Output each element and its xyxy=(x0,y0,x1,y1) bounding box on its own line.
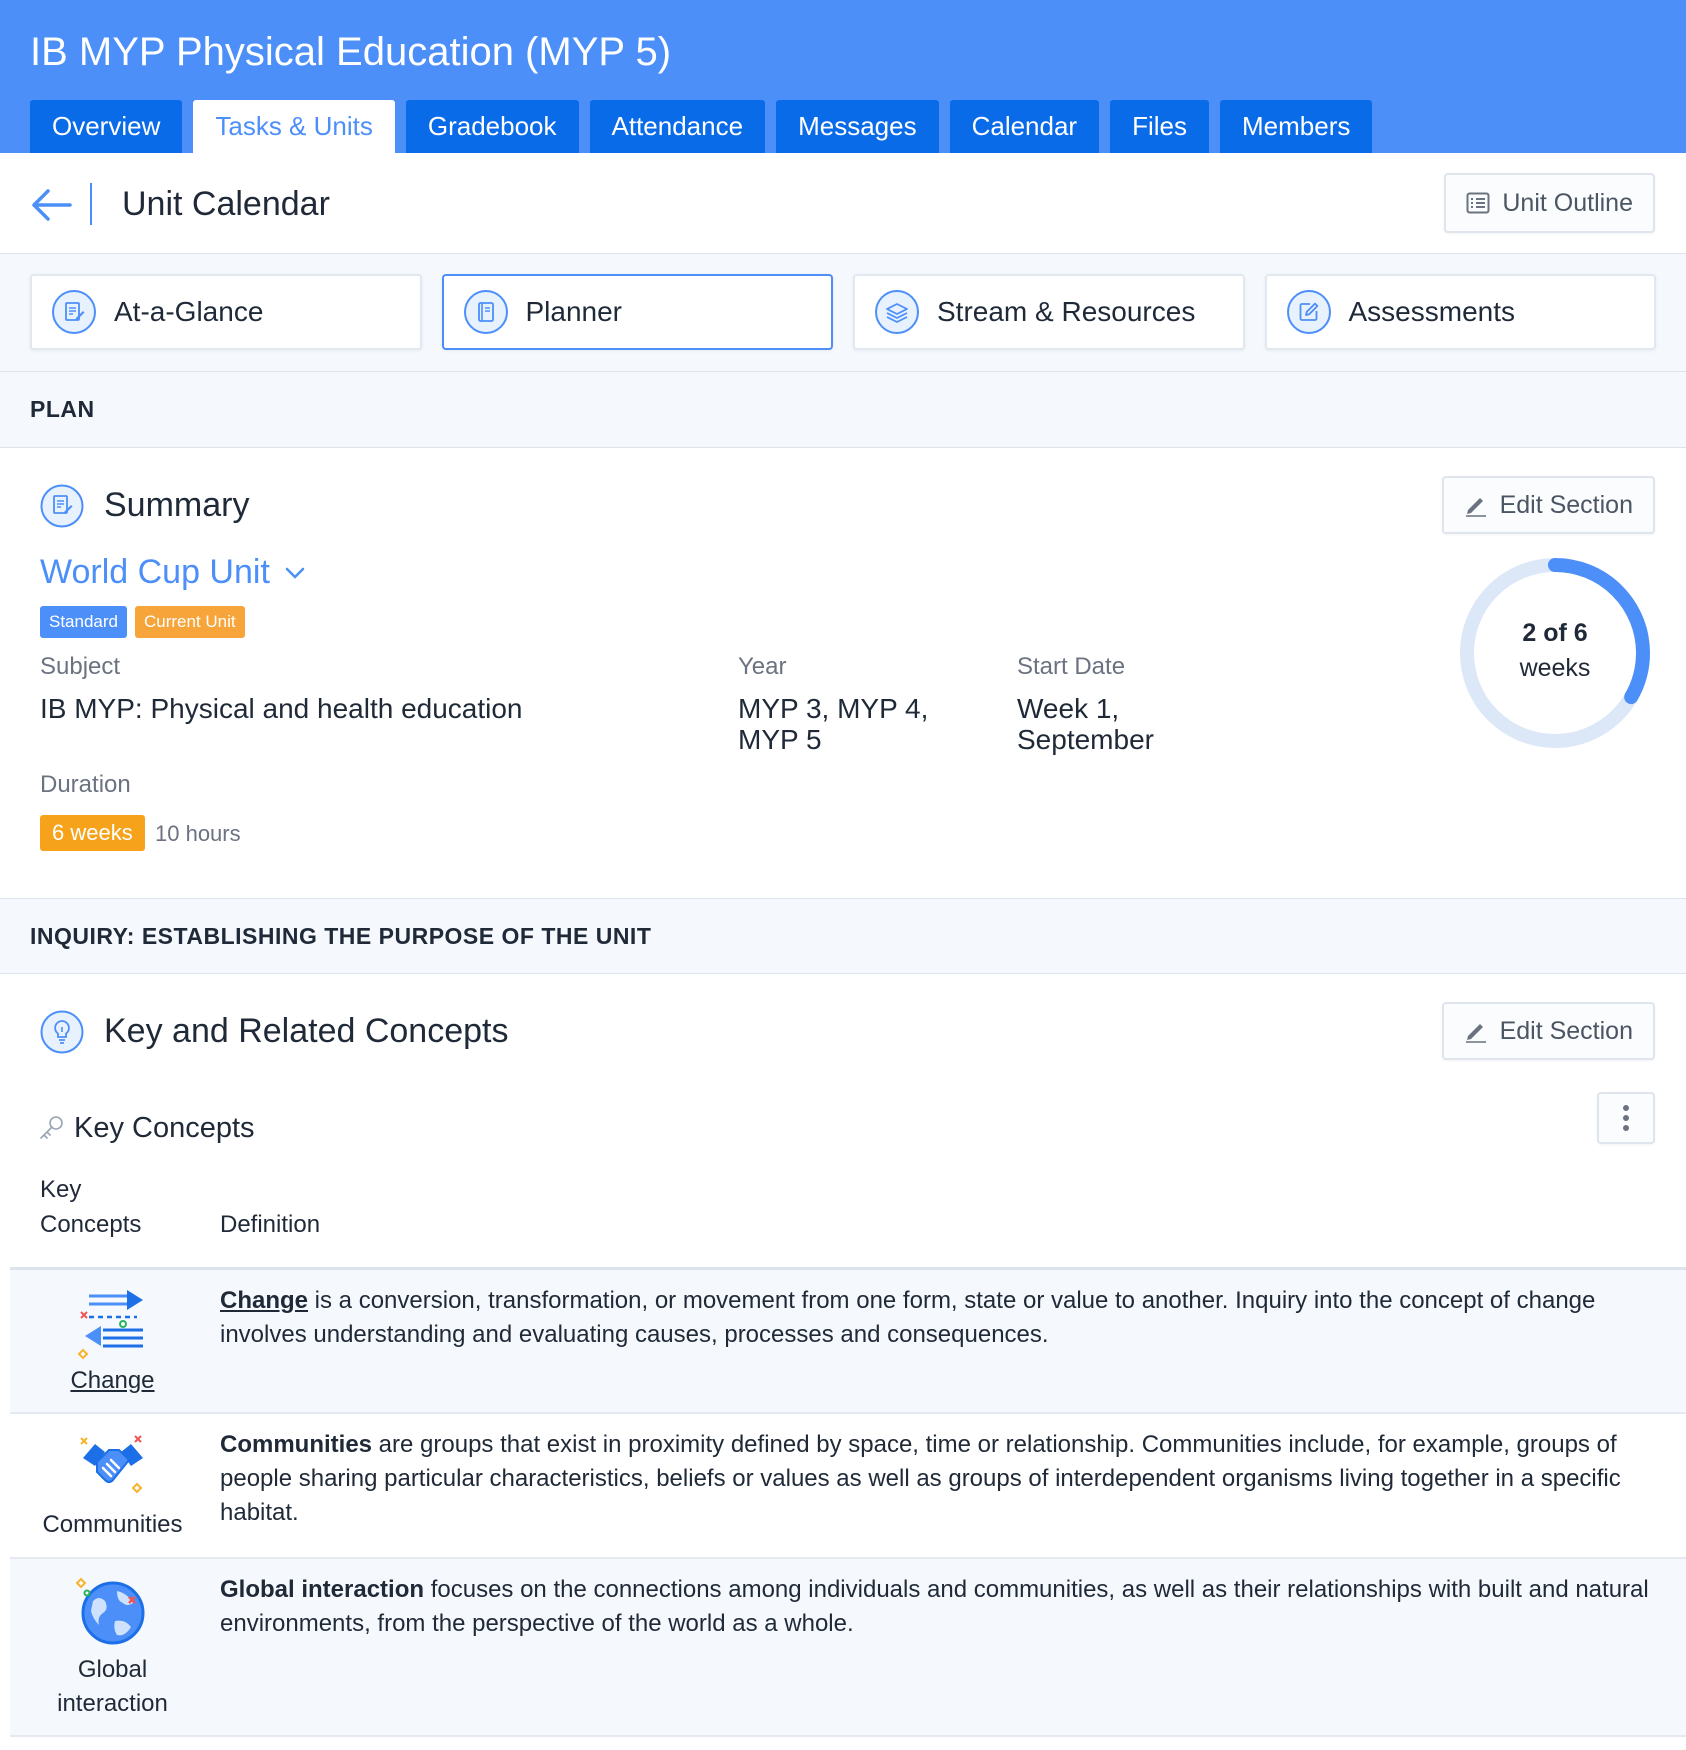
key-concepts-subtitle: Key Concepts xyxy=(74,1112,255,1144)
key-icon xyxy=(38,1114,66,1142)
column-definition: Definition xyxy=(220,1211,321,1238)
tab-calendar[interactable]: Calendar xyxy=(949,100,1100,153)
book-icon xyxy=(463,290,508,334)
concept-term: Communities xyxy=(220,1431,373,1458)
subtab-assessments[interactable]: Assessments xyxy=(1264,274,1656,350)
year-value-line: MYP 5 xyxy=(738,724,822,755)
table-row: Global interaction Global interaction fo… xyxy=(10,1557,1686,1737)
year-value: MYP 3, MYP 4, MYP 5 xyxy=(738,693,928,755)
standard-badge: Standard xyxy=(40,606,127,638)
key-concepts-table: Change Change is a conversion, transform… xyxy=(10,1267,1686,1737)
table-row: Change Change is a conversion, transform… xyxy=(10,1267,1686,1412)
concept-cell: Communities xyxy=(10,1428,215,1542)
page-toolbar: Unit Calendar Unit Outline xyxy=(0,153,1686,254)
unit-subtabs: At-a-Glance Planner Stream & Resources A… xyxy=(0,254,1686,372)
tab-members[interactable]: Members xyxy=(1220,100,1373,153)
subtab-label: Assessments xyxy=(1348,296,1516,327)
progress-count: 2 of 6 xyxy=(1522,619,1588,647)
start-date-line: September xyxy=(1017,724,1154,755)
tab-attendance[interactable]: Attendance xyxy=(589,100,766,153)
course-tabs: Overview Tasks & Units Gradebook Attenda… xyxy=(30,100,1373,153)
concepts-title: Key and Related Concepts xyxy=(104,1012,509,1050)
course-header: IB MYP Physical Education (MYP 5) Overvi… xyxy=(0,0,1686,153)
course-title: IB MYP Physical Education (MYP 5) xyxy=(30,30,672,74)
edit-square-icon xyxy=(1286,290,1331,334)
concept-name-line: interaction xyxy=(57,1690,168,1717)
concept-cell: Global interaction xyxy=(10,1573,215,1721)
subtab-label: Stream & Resources xyxy=(937,296,1196,327)
tab-tasks-units[interactable]: Tasks & Units xyxy=(193,100,395,153)
inquiry-heading: INQUIRY: ESTABLISHING THE PURPOSE OF THE… xyxy=(0,898,1686,974)
lightbulb-icon xyxy=(40,1010,84,1054)
tab-messages[interactable]: Messages xyxy=(776,100,939,153)
chevron-down-icon xyxy=(285,567,305,579)
year-value-line: MYP 3, MYP 4, xyxy=(738,693,929,724)
column-label-line: Concepts xyxy=(40,1211,142,1238)
pencil-icon xyxy=(1465,498,1486,517)
concept-term[interactable]: Change xyxy=(220,1287,308,1314)
change-icon xyxy=(77,1290,143,1360)
subtab-planner[interactable]: Planner xyxy=(441,274,833,350)
list-icon xyxy=(1466,192,1490,214)
concept-definition: Global interaction focuses on the connec… xyxy=(220,1573,1666,1641)
edit-section-button[interactable]: Edit Section xyxy=(1441,476,1655,534)
toolbar-divider xyxy=(90,183,92,225)
globe-icon xyxy=(75,1577,144,1645)
concept-term: Global interaction xyxy=(220,1576,425,1603)
concepts-section: Key and Related Concepts Edit Section Ke… xyxy=(0,974,1686,1266)
tab-overview[interactable]: Overview xyxy=(30,100,183,153)
edit-section-button[interactable]: Edit Section xyxy=(1441,1002,1655,1060)
definition-text: are groups that exist in proximity defin… xyxy=(220,1431,1621,1526)
edit-section-label: Edit Section xyxy=(1499,490,1633,519)
unit-outline-label: Unit Outline xyxy=(1502,188,1633,217)
pencil-icon xyxy=(1465,1024,1486,1043)
unit-selector[interactable]: World Cup Unit xyxy=(40,553,306,592)
document-edit-icon xyxy=(40,484,84,528)
concept-name-link[interactable]: Communities xyxy=(10,1508,215,1542)
concept-cell: Change xyxy=(10,1284,215,1398)
tab-gradebook[interactable]: Gradebook xyxy=(405,100,579,153)
layers-icon xyxy=(875,290,919,334)
year-label: Year xyxy=(738,653,787,680)
duration-weeks-badge: 6 weeks xyxy=(40,815,145,851)
start-date-value: Week 1, September xyxy=(1017,693,1154,755)
summary-section: Summary Edit Section World Cup Unit Stan… xyxy=(0,448,1686,898)
page-title: Unit Calendar xyxy=(122,185,330,223)
duration-label: Duration xyxy=(40,771,131,798)
subject-label: Subject xyxy=(40,653,121,680)
subtab-label: At-a-Glance xyxy=(114,296,264,327)
start-date-label: Start Date xyxy=(1017,653,1126,680)
edit-section-label: Edit Section xyxy=(1499,1016,1633,1045)
current-unit-badge: Current Unit xyxy=(135,606,245,638)
concept-name-line: Global xyxy=(77,1656,148,1683)
concept-name-link[interactable]: Global interaction xyxy=(10,1653,215,1721)
subtab-label: Planner xyxy=(525,296,623,327)
summary-title: Summary xyxy=(104,486,250,524)
document-edit-icon xyxy=(52,290,96,334)
subject-value: IB MYP: Physical and health education xyxy=(40,693,523,724)
column-key-concepts: Key Concepts xyxy=(40,1172,141,1242)
start-date-line: Week 1, xyxy=(1017,693,1120,724)
table-row: Communities Communities are groups that … xyxy=(10,1412,1686,1557)
concept-definition: Change is a conversion, transformation, … xyxy=(220,1284,1666,1352)
progress-unit: weeks xyxy=(1519,654,1591,682)
unit-outline-button[interactable]: Unit Outline xyxy=(1444,173,1655,233)
duration-hours: 10 hours xyxy=(155,821,241,846)
concept-name-link[interactable]: Change xyxy=(10,1364,215,1398)
back-arrow-icon[interactable] xyxy=(28,185,74,225)
more-options-button[interactable] xyxy=(1597,1092,1655,1144)
plan-heading: PLAN xyxy=(0,372,1686,448)
subtab-at-a-glance[interactable]: At-a-Glance xyxy=(30,274,422,350)
unit-name: World Cup Unit xyxy=(40,553,270,591)
progress-label: 2 of 6 weeks xyxy=(1455,616,1655,686)
definition-text: is a conversion, transformation, or move… xyxy=(220,1287,1596,1348)
handshake-icon xyxy=(79,1435,143,1494)
definition-text: focuses on the connections among individ… xyxy=(220,1576,1649,1637)
vertical-dots-icon xyxy=(1623,1105,1629,1131)
tab-files[interactable]: Files xyxy=(1110,100,1209,153)
subtab-stream-resources[interactable]: Stream & Resources xyxy=(853,274,1245,350)
column-label-line: Key xyxy=(40,1176,82,1203)
concept-definition: Communities are groups that exist in pro… xyxy=(220,1428,1666,1530)
